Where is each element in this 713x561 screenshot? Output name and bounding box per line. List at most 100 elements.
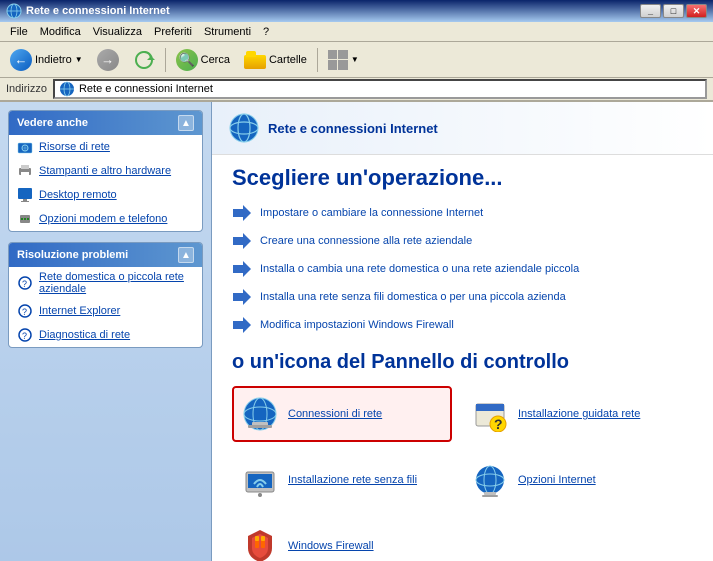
search-button[interactable]: 🔍 Cerca xyxy=(170,45,236,75)
panel-icons-grid: Connessioni di rete ? Installazione guid… xyxy=(232,386,693,561)
sidebar-section-vedere-anche-header: Vedere anche ▲ xyxy=(9,111,202,135)
menu-visualizza[interactable]: Visualizza xyxy=(87,24,148,40)
menu-preferiti[interactable]: Preferiti xyxy=(148,24,198,40)
sidebar: Vedere anche ▲ Risorse di rete xyxy=(0,102,212,561)
action-link-3[interactable]: Installa una rete senza fili domestica o… xyxy=(232,287,693,307)
title-text: Rete e connessioni Internet xyxy=(26,5,170,17)
sidebar-item-diagnostica[interactable]: ? Diagnostica di rete xyxy=(9,323,202,347)
sidebar-section-risoluzione: Risoluzione problemi ▲ ? Rete domestica … xyxy=(8,242,203,348)
action-link-2[interactable]: Installa o cambia una rete domestica o u… xyxy=(232,259,693,279)
sidebar-section-vedere-anche-collapse[interactable]: ▲ xyxy=(178,115,194,131)
main-layout: Vedere anche ▲ Risorse di rete xyxy=(0,102,713,561)
connessioni-icon xyxy=(242,396,278,432)
back-label: Indietro xyxy=(35,54,72,66)
menu-modifica[interactable]: Modifica xyxy=(34,24,87,40)
sidebar-item-modem-label: Opzioni modem e telefono xyxy=(39,213,167,225)
content-globe-icon xyxy=(228,112,260,144)
installazione-guidata-icon: ? xyxy=(472,396,508,432)
panel-icon-opzioni-internet[interactable]: Opzioni Internet xyxy=(462,452,682,508)
action-link-1[interactable]: Creare una connessione alla rete azienda… xyxy=(232,231,693,251)
back-dropdown-icon[interactable]: ▼ xyxy=(75,55,83,64)
panel-icon-connessioni[interactable]: Connessioni di rete xyxy=(232,386,452,442)
toolbar: ← Indietro ▼ → 🔍 Cerca Cartelle ▼ xyxy=(0,42,713,78)
sidebar-section-vedere-anche: Vedere anche ▲ Risorse di rete xyxy=(8,110,203,232)
menu-file[interactable]: File xyxy=(4,24,34,40)
refresh-button[interactable] xyxy=(127,45,161,75)
sidebar-item-desktop[interactable]: Desktop remoto xyxy=(9,183,202,207)
action-link-0[interactable]: Impostare o cambiare la connessione Inte… xyxy=(232,203,693,223)
modem-icon xyxy=(17,211,33,227)
svg-text:?: ? xyxy=(22,279,27,289)
address-bar: Indirizzo Rete e connessioni Internet xyxy=(0,78,713,102)
menu-help[interactable]: ? xyxy=(257,24,275,40)
action-label-4: Modifica impostazioni Windows Firewall xyxy=(260,319,454,331)
risorse-icon xyxy=(17,139,33,155)
address-field[interactable]: Rete e connessioni Internet xyxy=(53,79,707,99)
sidebar-item-desktop-label: Desktop remoto xyxy=(39,189,117,201)
action-arrow-4 xyxy=(232,315,252,335)
sidebar-section-vedere-anche-items: Risorse di rete Stampanti e altro hardwa… xyxy=(9,135,202,231)
toolbar-sep-2 xyxy=(317,48,318,72)
search-label: Cerca xyxy=(201,54,230,66)
sidebar-section-vedere-anche-title: Vedere anche xyxy=(17,117,88,129)
toolbar-sep-1 xyxy=(165,48,166,72)
svg-text:?: ? xyxy=(22,307,27,317)
sidebar-item-risorse[interactable]: Risorse di rete xyxy=(9,135,202,159)
diagnostica-icon: ? xyxy=(17,327,33,343)
svg-text:?: ? xyxy=(22,331,27,341)
desktop-icon xyxy=(17,187,33,203)
action-label-0: Impostare o cambiare la connessione Inte… xyxy=(260,207,483,219)
sidebar-item-rete-domestica[interactable]: ? Rete domestica o piccola rete aziendal… xyxy=(9,267,202,299)
panel-icon-installazione-guidata[interactable]: ? Installazione guidata rete xyxy=(462,386,682,442)
refresh-icon xyxy=(133,49,155,71)
panel-icon-senza-fili-label[interactable]: Installazione rete senza fili xyxy=(288,474,417,486)
panel-icon-firewall[interactable]: Windows Firewall xyxy=(232,518,452,561)
action-link-4[interactable]: Modifica impostazioni Windows Firewall xyxy=(232,315,693,335)
back-icon: ← xyxy=(10,49,32,71)
sidebar-item-internet-explorer[interactable]: ? Internet Explorer xyxy=(9,299,202,323)
menu-bar: File Modifica Visualizza Preferiti Strum… xyxy=(0,22,713,42)
action-arrow-1 xyxy=(232,231,252,251)
menu-strumenti[interactable]: Strumenti xyxy=(198,24,257,40)
maximize-button[interactable]: □ xyxy=(663,4,684,18)
address-globe-icon xyxy=(59,81,75,97)
action-label-3: Installa una rete senza fili domestica o… xyxy=(260,291,566,303)
sidebar-item-opzioni-modem[interactable]: Opzioni modem e telefono xyxy=(9,207,202,231)
window-icon xyxy=(6,3,22,19)
view-button[interactable]: ▼ xyxy=(322,45,365,75)
sidebar-item-diagnostica-label: Diagnostica di rete xyxy=(39,329,130,341)
senza-fili-icon xyxy=(242,462,278,498)
forward-icon: → xyxy=(97,49,119,71)
sidebar-item-ie-label: Internet Explorer xyxy=(39,305,120,317)
opzioni-internet-icon xyxy=(472,462,508,498)
sidebar-item-stampanti-label: Stampanti e altro hardware xyxy=(39,165,171,177)
minimize-button[interactable]: _ xyxy=(640,4,661,18)
panel-icon-firewall-label[interactable]: Windows Firewall xyxy=(288,540,374,552)
close-button[interactable]: ✕ xyxy=(686,4,707,18)
sidebar-item-risorse-label: Risorse di rete xyxy=(39,141,110,153)
sidebar-section-risoluzione-collapse[interactable]: ▲ xyxy=(178,247,194,263)
action-arrow-0 xyxy=(232,203,252,223)
panel-icon-opzioni-internet-label[interactable]: Opzioni Internet xyxy=(518,474,596,486)
firewall-icon xyxy=(242,528,278,561)
sidebar-item-stampanti[interactable]: Stampanti e altro hardware xyxy=(9,159,202,183)
folders-button[interactable]: Cartelle xyxy=(238,45,313,75)
ie-icon: ? xyxy=(17,303,33,319)
address-value: Rete e connessioni Internet xyxy=(79,83,213,95)
panel-icon-installazione-guidata-label[interactable]: Installazione guidata rete xyxy=(518,408,640,420)
svg-text:?: ? xyxy=(494,416,503,432)
panel-icon-connessioni-label[interactable]: Connessioni di rete xyxy=(288,408,382,420)
back-button[interactable]: ← Indietro ▼ xyxy=(4,45,89,75)
sidebar-section-risoluzione-header: Risoluzione problemi ▲ xyxy=(9,243,202,267)
content-area: Rete e connessioni Internet Scegliere un… xyxy=(212,102,713,561)
address-label: Indirizzo xyxy=(6,83,47,95)
panel-icon-senza-fili[interactable]: Installazione rete senza fili xyxy=(232,452,452,508)
view-icon xyxy=(328,50,348,70)
forward-button[interactable]: → xyxy=(91,45,125,75)
action-arrow-2 xyxy=(232,259,252,279)
window-controls: _ □ ✕ xyxy=(640,4,707,18)
title-bar: Rete e connessioni Internet _ □ ✕ xyxy=(0,0,713,22)
sidebar-section-risoluzione-title: Risoluzione problemi xyxy=(17,249,128,261)
search-icon: 🔍 xyxy=(176,49,198,71)
view-dropdown-icon[interactable]: ▼ xyxy=(351,55,359,64)
